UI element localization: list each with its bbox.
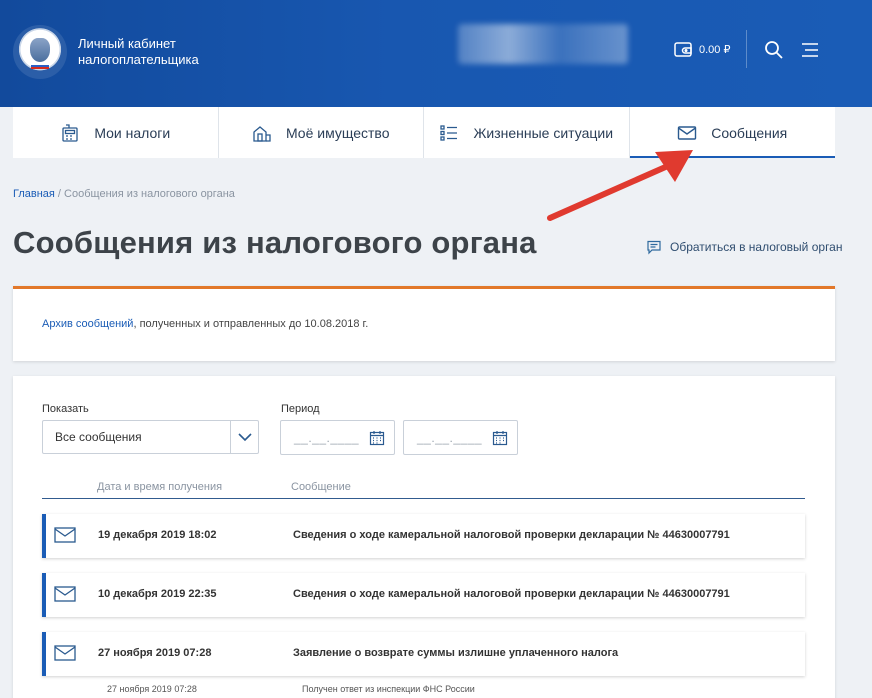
chat-bubble-icon [647, 240, 661, 255]
messages-card: Показать Все сообщения Период __.__.____… [13, 376, 835, 698]
eagle-emblem [30, 38, 50, 62]
select-arrow [230, 421, 258, 453]
message-subject: Сведения о ходе камеральной налоговой пр… [293, 529, 730, 541]
tab-label: Жизненные ситуации [473, 124, 614, 141]
date-to-input[interactable]: __.__.____ [403, 420, 518, 455]
balance-widget[interactable]: 0.00 ₽ [673, 39, 730, 59]
select-value: Все сообщения [55, 430, 142, 444]
envelope-icon [54, 527, 76, 543]
message-type-select[interactable]: Все сообщения [42, 420, 259, 454]
main-nav: Мои налоги Моё имущество Жизненные ситуа… [13, 107, 835, 158]
sub-message-date: 27 ноября 2019 07:28 [107, 684, 197, 694]
russian-flag [31, 63, 49, 69]
period-filter-label: Период [281, 403, 320, 415]
menu-icon[interactable] [800, 40, 820, 60]
column-header-message: Сообщение [291, 481, 351, 493]
message-date: 27 ноября 2019 07:28 [98, 647, 212, 659]
envelope-icon [678, 125, 697, 140]
date-from-input[interactable]: __.__.____ [280, 420, 395, 455]
message-row[interactable]: 27 ноября 2019 07:28 Заявление о возврат… [42, 632, 805, 676]
brand-title[interactable]: Личный кабинет налогоплательщика [78, 36, 199, 68]
tab-label: Мои налоги [94, 124, 171, 141]
date-placeholder: __.__.____ [417, 431, 483, 445]
brand-line-1: Личный кабинет [78, 36, 176, 51]
breadcrumb-separator: / [54, 188, 65, 200]
breadcrumb-current: Сообщения из налогового органа [64, 188, 235, 200]
tab-my-taxes[interactable]: Мои налоги [13, 107, 219, 158]
list-icon [440, 124, 458, 141]
calendar-icon[interactable] [369, 430, 385, 446]
envelope-icon [54, 586, 76, 602]
blurred-user-name [458, 24, 628, 64]
message-row[interactable]: 19 декабря 2019 18:02 Сведения о ходе ка… [42, 514, 805, 558]
message-row[interactable]: 10 декабря 2019 22:35 Сведения о ходе ка… [42, 573, 805, 617]
message-subject: Сведения о ходе камеральной налоговой пр… [293, 588, 730, 600]
fns-emblem-logo[interactable] [13, 25, 67, 79]
top-header: Личный кабинет налогоплательщика 0.00 ₽ [0, 0, 872, 107]
contact-link-label: Обратиться в налоговый орган [670, 240, 843, 254]
chevron-down-icon [237, 433, 252, 442]
envelope-icon [54, 645, 76, 661]
header-divider [746, 30, 747, 68]
messages-table-header: Дата и время получения Сообщение [42, 479, 805, 499]
page-title: Сообщения из налогового органа [13, 225, 537, 260]
message-date: 19 декабря 2019 18:02 [98, 529, 217, 541]
column-header-date: Дата и время получения [97, 481, 223, 493]
breadcrumb: Главная / Сообщения из налогового органа [13, 188, 235, 200]
show-filter-label: Показать [42, 403, 89, 415]
balance-amount: 0.00 ₽ [699, 43, 731, 56]
breadcrumb-home-link[interactable]: Главная [13, 188, 55, 200]
contact-tax-office-link[interactable]: Обратиться в налоговый орган [646, 239, 842, 255]
sub-message-text[interactable]: Получен ответ из инспекции ФНС России [302, 684, 475, 694]
message-date: 10 декабря 2019 22:35 [98, 588, 217, 600]
wallet-icon [674, 42, 692, 57]
brand-line-2: налогоплательщика [78, 52, 199, 67]
property-icon [253, 125, 271, 142]
calculator-icon [62, 123, 78, 142]
message-subject: Заявление о возврате суммы излишне уплач… [293, 647, 619, 659]
archive-link[interactable]: Архив сообщений [42, 318, 133, 330]
tab-my-property[interactable]: Моё имущество [219, 107, 424, 158]
archive-notice: Архив сообщений, полученных и отправленн… [42, 318, 368, 330]
tab-label: Сообщения [711, 124, 788, 141]
tab-life-situations[interactable]: Жизненные ситуации [424, 107, 630, 158]
archive-notice-card: Архив сообщений, полученных и отправленн… [13, 286, 835, 361]
archive-notice-text: , полученных и отправленных до 10.08.201… [133, 318, 369, 330]
tab-messages[interactable]: Сообщения [629, 107, 836, 158]
tab-label: Моё имущество [285, 124, 390, 141]
calendar-icon[interactable] [492, 430, 508, 446]
date-placeholder: __.__.____ [294, 431, 360, 445]
search-icon[interactable] [764, 40, 784, 60]
